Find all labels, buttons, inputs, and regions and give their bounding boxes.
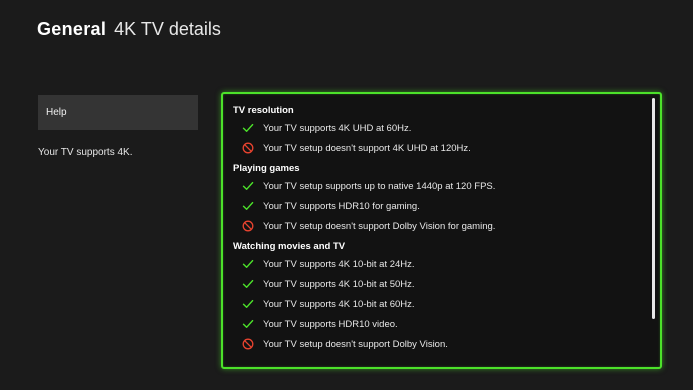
tv-support-summary: Your TV supports 4K.	[38, 147, 133, 158]
page-title: 4K TV details	[114, 19, 221, 39]
check-icon	[241, 298, 254, 311]
section-title: General	[37, 19, 107, 39]
capability-text: Your TV supports HDR10 for gaming.	[263, 200, 420, 212]
capability-text: Your TV supports 4K 10-bit at 50Hz.	[263, 278, 415, 290]
capability-row: Your TV setup doesn't support 4K UHD at …	[233, 138, 646, 158]
help-button[interactable]: Help	[38, 95, 198, 130]
capability-row: Your TV setup doesn't support Dolby Visi…	[233, 216, 646, 236]
capability-row: Your TV supports HDR10 for gaming.	[233, 196, 646, 216]
capability-row: Your TV supports HDR10 video.	[233, 314, 646, 334]
capability-text: Your TV setup doesn't support Dolby Visi…	[263, 338, 448, 350]
group-title: TV resolution	[233, 105, 294, 116]
capability-text: Your TV setup doesn't support 4K UHD at …	[263, 142, 471, 154]
check-icon	[241, 200, 254, 213]
group-title: Watching movies and TV	[233, 241, 346, 252]
check-icon	[241, 122, 254, 135]
capability-text: Your TV supports 4K 10-bit at 60Hz.	[263, 298, 415, 310]
capability-row: Your TV supports 4K 10-bit at 50Hz.	[233, 274, 646, 294]
check-icon	[241, 258, 254, 271]
prohibited-icon	[241, 220, 254, 233]
scrollbar[interactable]	[652, 98, 655, 319]
capability-text: Your TV setup supports up to native 1440…	[263, 180, 496, 192]
capability-row: Your TV setup doesn't support Dolby Visi…	[233, 334, 646, 354]
capability-row: Your TV setup supports up to native 1440…	[233, 176, 646, 196]
group-title: Playing games	[233, 163, 300, 174]
details-group: TV resolution Your TV supports 4K UHD at …	[233, 104, 646, 158]
capability-row: Your TV supports 4K 10-bit at 60Hz.	[233, 294, 646, 314]
capability-text: Your TV setup doesn't support Dolby Visi…	[263, 220, 496, 232]
check-icon	[241, 278, 254, 291]
capability-row: Your TV supports 4K UHD at 60Hz.	[233, 118, 646, 138]
prohibited-icon	[241, 142, 254, 155]
details-group: Watching movies and TV Your TV supports 4…	[233, 240, 646, 354]
check-icon	[241, 180, 254, 193]
check-icon	[241, 318, 254, 331]
capability-text: Your TV supports 4K UHD at 60Hz.	[263, 122, 412, 134]
capability-text: Your TV supports HDR10 video.	[263, 318, 398, 330]
tv-details-screen: General 4K TV details Help Your TV suppo…	[0, 0, 693, 390]
capability-row: Your TV supports 4K 10-bit at 24Hz.	[233, 254, 646, 274]
prohibited-icon	[241, 338, 254, 351]
details-list: TV resolution Your TV supports 4K UHD at …	[233, 104, 646, 358]
page-header: General 4K TV details	[37, 19, 221, 40]
details-panel[interactable]: TV resolution Your TV supports 4K UHD at …	[221, 92, 662, 369]
details-group: Playing games Your TV setup supports up t…	[233, 162, 646, 236]
capability-text: Your TV supports 4K 10-bit at 24Hz.	[263, 258, 415, 270]
help-button-label: Help	[46, 107, 67, 118]
